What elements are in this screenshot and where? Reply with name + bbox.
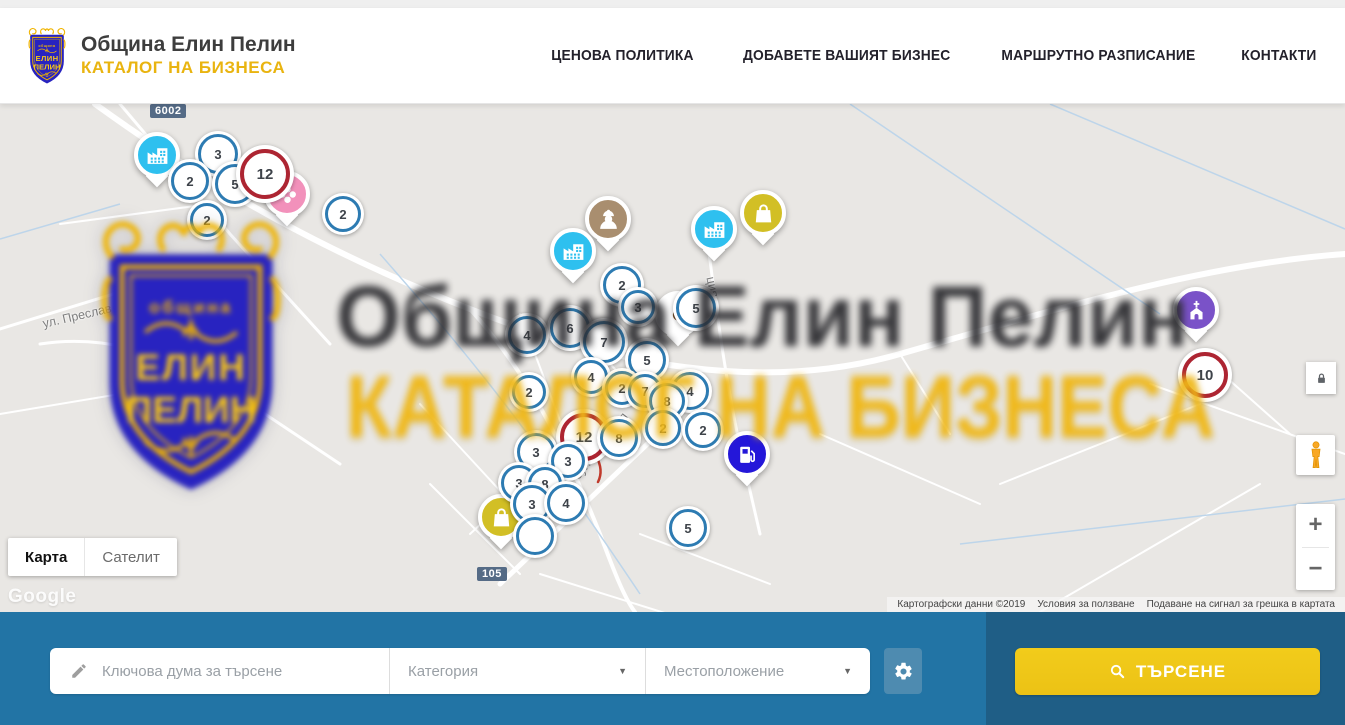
pegman-icon	[1305, 440, 1327, 470]
category-select[interactable]: Категория ▼	[390, 648, 646, 694]
cluster-marker[interactable]: 2	[682, 409, 724, 451]
search-button-label: ТЪРСЕНЕ	[1136, 662, 1226, 682]
advanced-settings-button[interactable]	[884, 648, 922, 694]
location-select[interactable]: Местоположение ▼	[646, 648, 870, 694]
municipality-emblem-icon: община ЕЛИН ПЕЛИН	[25, 26, 69, 86]
cluster-count: 5	[643, 353, 650, 368]
emblem-name-line2: ПЕЛИН	[33, 62, 61, 71]
cluster-marker[interactable]: 5	[673, 285, 719, 331]
cluster-count: 3	[532, 445, 539, 460]
location-select-value: Местоположение	[664, 663, 784, 680]
cluster-count: 5	[692, 301, 699, 316]
cluster-count: 3	[528, 497, 535, 512]
cluster-marker[interactable]	[513, 514, 557, 558]
nav-item-3[interactable]: КОНТАКТИ	[1241, 47, 1316, 64]
attribution-terms-link[interactable]: Условия за ползване	[1031, 599, 1140, 610]
shopping-bag-marker[interactable]	[740, 190, 786, 248]
emblem-name-line1: ЕЛИН	[35, 53, 58, 62]
cluster-count: 2	[525, 385, 532, 400]
zoom-control: + −	[1296, 504, 1335, 590]
factory-icon	[550, 228, 596, 274]
factory-marker[interactable]	[691, 206, 737, 264]
cluster-count: 2	[659, 421, 666, 436]
pegman-button[interactable]	[1296, 435, 1335, 475]
keyword-search-input[interactable]	[100, 662, 377, 681]
zoom-out-button[interactable]: −	[1296, 548, 1335, 591]
map-attribution: Картографски данни ©2019 Условия за полз…	[887, 597, 1345, 612]
search-button[interactable]: ТЪРСЕНЕ	[1015, 648, 1320, 695]
chevron-down-icon: ▼	[618, 666, 627, 676]
cluster-marker[interactable]: 5	[666, 506, 710, 550]
cluster-count: 3	[214, 147, 221, 162]
search-bar: Категория ▼ Местоположение ▼ ТЪРСЕНЕ	[0, 612, 1345, 725]
category-select-value: Категория	[408, 663, 478, 680]
map-canvas[interactable]: 6002105ул. Преславбул. „Новоселция 32512…	[0, 104, 1345, 612]
attribution-report-link[interactable]: Подаване на сигнал за грешка в картата	[1141, 599, 1341, 610]
cluster-count: 2	[339, 207, 346, 222]
cluster-marker[interactable]: 2	[642, 407, 684, 449]
cluster-marker[interactable]: 2	[187, 200, 227, 240]
cluster-count: 2	[699, 423, 706, 438]
cluster-count: 8	[615, 431, 622, 446]
cluster-marker[interactable]: 4	[505, 313, 549, 357]
keyword-field-wrap	[50, 648, 390, 694]
header: община ЕЛИН ПЕЛИН Община Елин Пелин КАТА…	[0, 8, 1345, 104]
fuel-icon	[724, 431, 770, 477]
lock-icon	[1314, 371, 1329, 386]
logo-subtitle: КАТАЛОГ НА БИЗНЕСА	[81, 58, 296, 78]
cluster-count: 2	[186, 174, 193, 189]
church-icon	[1173, 287, 1219, 333]
nav-item-2[interactable]: МАРШРУТНО РАЗПИСАНИЕ	[1002, 47, 1196, 64]
cluster-count: 2	[203, 213, 210, 228]
cluster-count: 7	[600, 335, 607, 350]
site-logo[interactable]: община ЕЛИН ПЕЛИН Община Елин Пелин КАТА…	[25, 26, 296, 86]
cluster-marker[interactable]: 12	[236, 145, 294, 203]
cluster-marker[interactable]: 2	[322, 193, 364, 235]
google-logo[interactable]: Google	[8, 586, 76, 608]
cluster-count: 3	[564, 454, 571, 469]
search-box: Категория ▼ Местоположение ▼	[50, 648, 870, 694]
fuel-marker[interactable]	[724, 431, 770, 489]
logo-title: Община Елин Пелин	[81, 33, 296, 57]
gear-icon	[893, 661, 914, 682]
cluster-count: 10	[1197, 367, 1214, 384]
cluster-marker[interactable]: 3	[618, 287, 658, 327]
cluster-count: 5	[684, 521, 691, 536]
search-icon	[1109, 663, 1126, 680]
factory-marker[interactable]	[550, 228, 596, 286]
map-type-control: Карта Сателит	[8, 538, 177, 576]
main-nav: ЦЕНОВА ПОЛИТИКА ДОБАВЕТЕ ВАШИЯТ БИЗНЕС МАР…	[545, 47, 1320, 64]
top-strip	[0, 0, 1345, 8]
lock-button[interactable]	[1306, 362, 1336, 394]
cluster-count: 4	[523, 328, 530, 343]
emblem-word-top: община	[38, 43, 56, 47]
zoom-in-button[interactable]: +	[1296, 504, 1335, 547]
cluster-marker[interactable]: 8	[597, 416, 641, 460]
cluster-marker[interactable]: 2	[509, 372, 549, 412]
cluster-count: 2	[618, 278, 625, 293]
cluster-marker[interactable]: 4	[544, 481, 588, 525]
road-number-label: 6002	[150, 104, 186, 118]
page: община ЕЛИН ПЕЛИН Община Елин Пелин КАТА…	[0, 0, 1345, 725]
map-type-satellite-button[interactable]: Сателит	[84, 538, 177, 576]
factory-icon	[691, 206, 737, 252]
map-type-map-button[interactable]: Карта	[8, 538, 84, 576]
cluster-count: 12	[257, 166, 274, 183]
attribution-data: Картографски данни ©2019	[891, 599, 1031, 610]
cluster-count: 6	[566, 321, 573, 336]
chevron-down-icon: ▼	[843, 666, 852, 676]
nav-item-0[interactable]: ЦЕНОВА ПОЛИТИКА	[551, 47, 693, 64]
pencil-icon	[70, 662, 88, 680]
cluster-marker[interactable]: 10	[1178, 348, 1232, 402]
cluster-count: 4	[587, 370, 594, 385]
church-marker[interactable]	[1173, 287, 1219, 345]
logo-text: Община Елин Пелин КАТАЛОГ НА БИЗНЕСА	[81, 33, 296, 77]
nav-item-1[interactable]: ДОБАВЕТЕ ВАШИЯТ БИЗНЕС	[743, 47, 950, 64]
cluster-count: 4	[562, 496, 569, 511]
shopping-bag-icon	[740, 190, 786, 236]
cluster-marker[interactable]: 2	[168, 159, 212, 203]
road-number-label: 105	[477, 567, 507, 581]
cluster-count: 3	[634, 300, 641, 315]
